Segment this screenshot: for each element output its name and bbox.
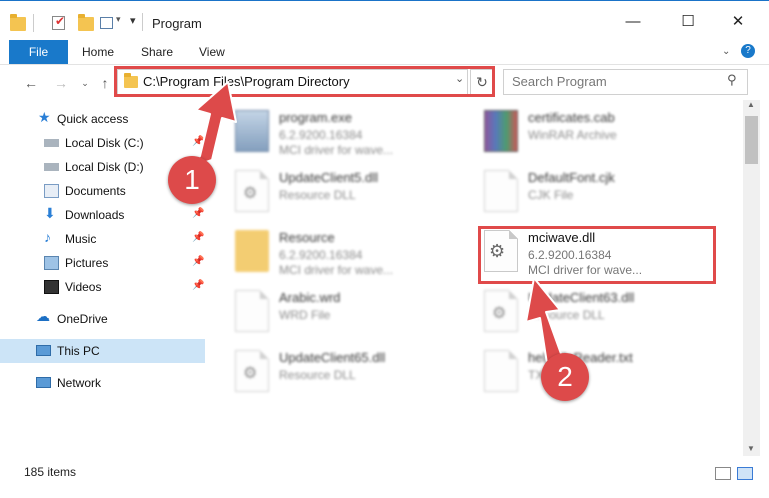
step-badge-1: 1 [168, 156, 216, 204]
step-badge-2: 2 [541, 353, 589, 401]
annotation-arrows [187, 81, 565, 371]
arrow-1 [187, 81, 237, 169]
